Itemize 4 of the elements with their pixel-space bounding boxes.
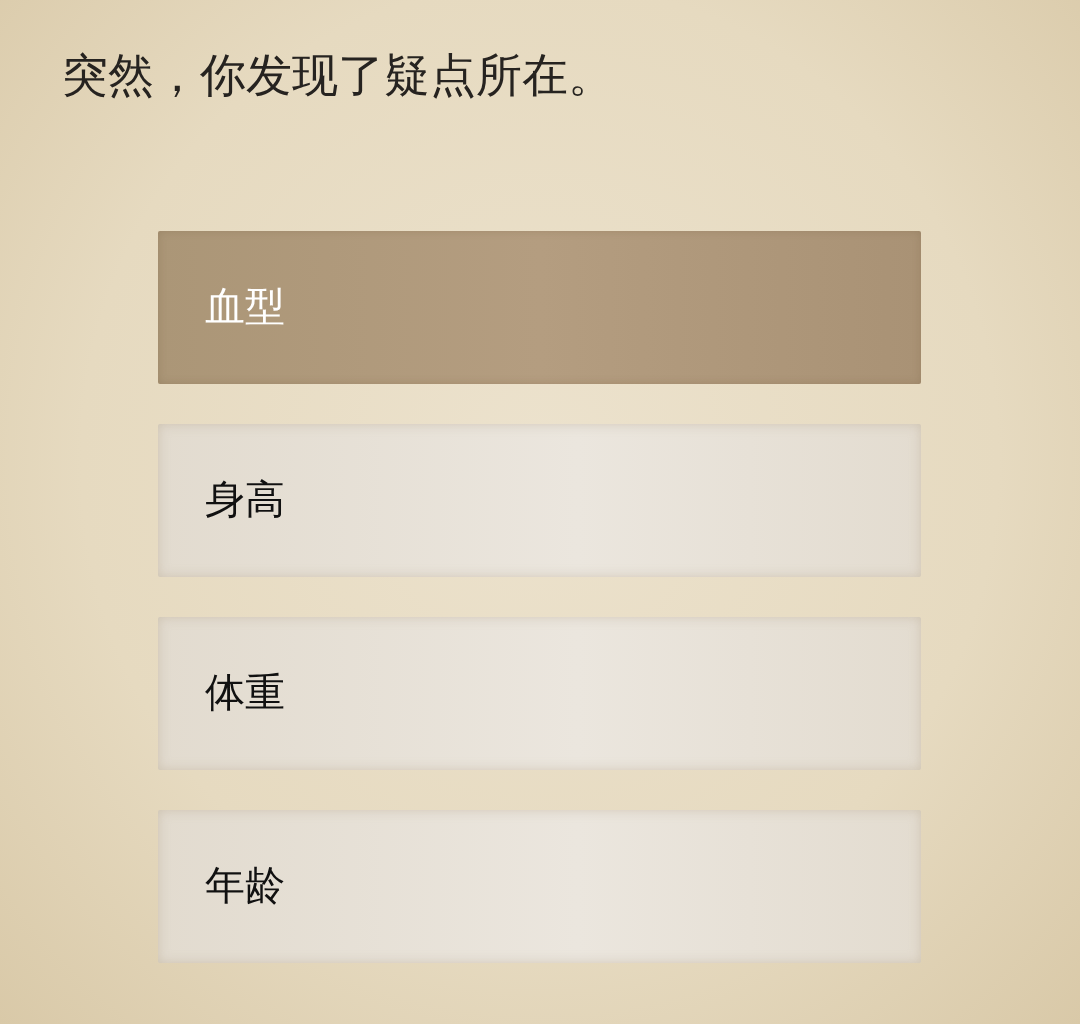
question-text: 突然，你发现了疑点所在。: [62, 48, 614, 104]
answer-option[interactable]: 体重: [158, 617, 921, 771]
answer-option[interactable]: 年龄: [158, 810, 921, 964]
answer-option[interactable]: 身高: [158, 424, 921, 578]
